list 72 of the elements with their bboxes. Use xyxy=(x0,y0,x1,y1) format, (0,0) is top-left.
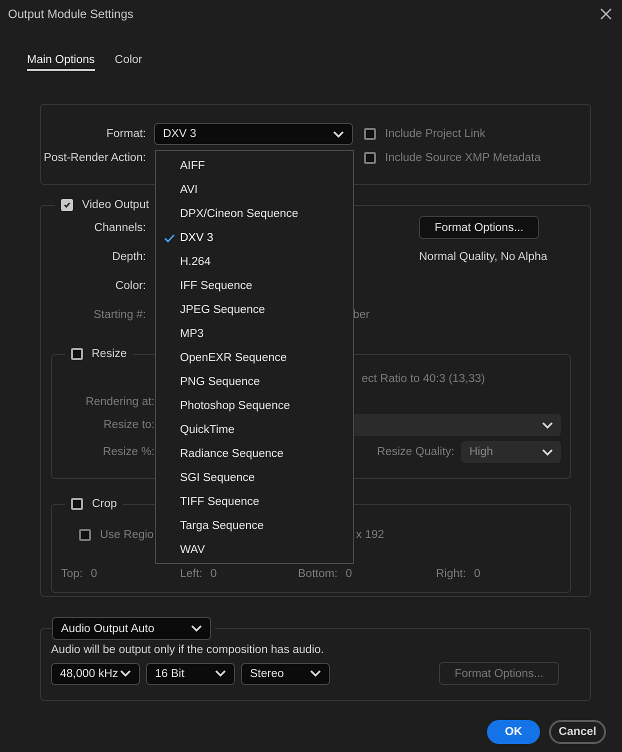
tab[interactable]: Color xyxy=(114,49,142,71)
checkbox[interactable] xyxy=(79,529,91,542)
checkbox[interactable] xyxy=(70,348,83,360)
format-dropdown[interactable]: DXV 3 xyxy=(154,123,353,145)
chevron-down-icon xyxy=(542,448,554,456)
audio-note: Audio will be output only if the composition has audio. xyxy=(51,644,325,656)
region-size-text: x 192 xyxy=(356,529,384,542)
menu-item[interactable]: Radiance Sequence xyxy=(156,442,353,466)
field-label: Depth: xyxy=(111,250,146,262)
crop-field-label: Top: xyxy=(61,568,83,580)
format-label: Format: xyxy=(105,128,146,140)
crop-field-value: 0 xyxy=(90,568,98,580)
format-options-button[interactable]: Format Options... xyxy=(419,216,539,239)
audio-output-dropdown[interactable]: Audio Output Auto xyxy=(52,617,211,640)
menu-item[interactable]: DXV 3 xyxy=(156,226,353,250)
checkmark-icon xyxy=(164,234,175,243)
menu-item[interactable]: IFF Sequence xyxy=(156,274,353,298)
menu-item[interactable]: SGI Sequence xyxy=(156,466,353,490)
crop-field-value: 0 xyxy=(474,568,480,580)
format-summary: Normal Quality, No Alpha xyxy=(419,250,548,262)
ok-button[interactable]: OK xyxy=(487,720,540,744)
resize-quality-label: Resize Quality: xyxy=(377,446,454,458)
menu-item[interactable]: AVI xyxy=(156,178,353,202)
menu-item[interactable]: DPX/Cineon Sequence xyxy=(156,202,353,226)
menu-item[interactable]: OpenEXR Sequence xyxy=(156,346,353,370)
cancel-button[interactable]: Cancel xyxy=(549,720,606,744)
chevron-down-icon xyxy=(542,422,554,429)
checkbox[interactable] xyxy=(71,498,83,510)
chevron-down-icon xyxy=(191,625,202,632)
audio-dropdown[interactable]: Stereo xyxy=(241,662,330,684)
close-icon[interactable] xyxy=(600,8,612,20)
window-title: Output Module Settings xyxy=(8,6,134,20)
field-label: Color: xyxy=(114,280,146,292)
checkmark-icon xyxy=(63,200,71,210)
menu-item[interactable]: Photoshop Sequence xyxy=(156,394,353,418)
post-render-label: Post-Render Action: xyxy=(42,152,146,164)
menu-item[interactable]: H.264 xyxy=(156,250,353,274)
video-output-label: Video Output xyxy=(82,199,149,211)
use-region-label: Use Regio xyxy=(100,529,155,542)
option-label: Include Project Link xyxy=(385,128,486,140)
crop-field-label: Bottom: xyxy=(298,568,338,580)
audio-dropdown[interactable]: 16 Bit xyxy=(146,662,235,684)
field-label: Starting #: xyxy=(92,308,146,320)
option-label: Include Source XMP Metadata xyxy=(385,152,541,164)
menu-item[interactable]: TIFF Sequence xyxy=(156,490,353,514)
chevron-down-icon xyxy=(215,670,226,677)
rendering-at-label: Rendering at: xyxy=(84,395,155,410)
menu-item[interactable]: PNG Sequence xyxy=(156,370,353,394)
resize-quality-dropdown[interactable]: High xyxy=(461,441,562,464)
resize-percent-label: Resize %: xyxy=(102,446,155,458)
chevron-down-icon xyxy=(310,670,321,677)
tab[interactable]: Main Options xyxy=(27,49,95,71)
frame-number-text: ber xyxy=(353,308,370,320)
crop-field-value: 0 xyxy=(346,568,352,580)
aspect-ratio-text: ect Ratio to 40:3 (13,33) xyxy=(362,373,486,386)
crop-field-label: Right: xyxy=(436,568,466,580)
crop-field-label: Left: xyxy=(180,568,202,580)
crop-field-value: 0 xyxy=(210,568,217,580)
menu-item[interactable]: JPEG Sequence xyxy=(156,298,353,322)
checkbox[interactable] xyxy=(61,199,73,211)
resize-label: Resize xyxy=(92,348,127,360)
chevron-down-icon xyxy=(120,670,131,677)
crop-label: Crop xyxy=(92,498,117,510)
menu-item[interactable]: AIFF xyxy=(156,154,353,178)
menu-item[interactable]: QuickTime xyxy=(156,418,353,442)
resize-to-label: Resize to: xyxy=(102,419,155,432)
menu-item[interactable]: WAV xyxy=(156,538,353,562)
menu-item[interactable]: Targa Sequence xyxy=(156,514,353,538)
menu-item[interactable]: MP3 xyxy=(156,322,353,346)
chevron-down-icon xyxy=(333,130,344,138)
audio-dropdown[interactable]: 48,000 kHz xyxy=(51,662,140,684)
field-label: Channels: xyxy=(93,222,146,234)
